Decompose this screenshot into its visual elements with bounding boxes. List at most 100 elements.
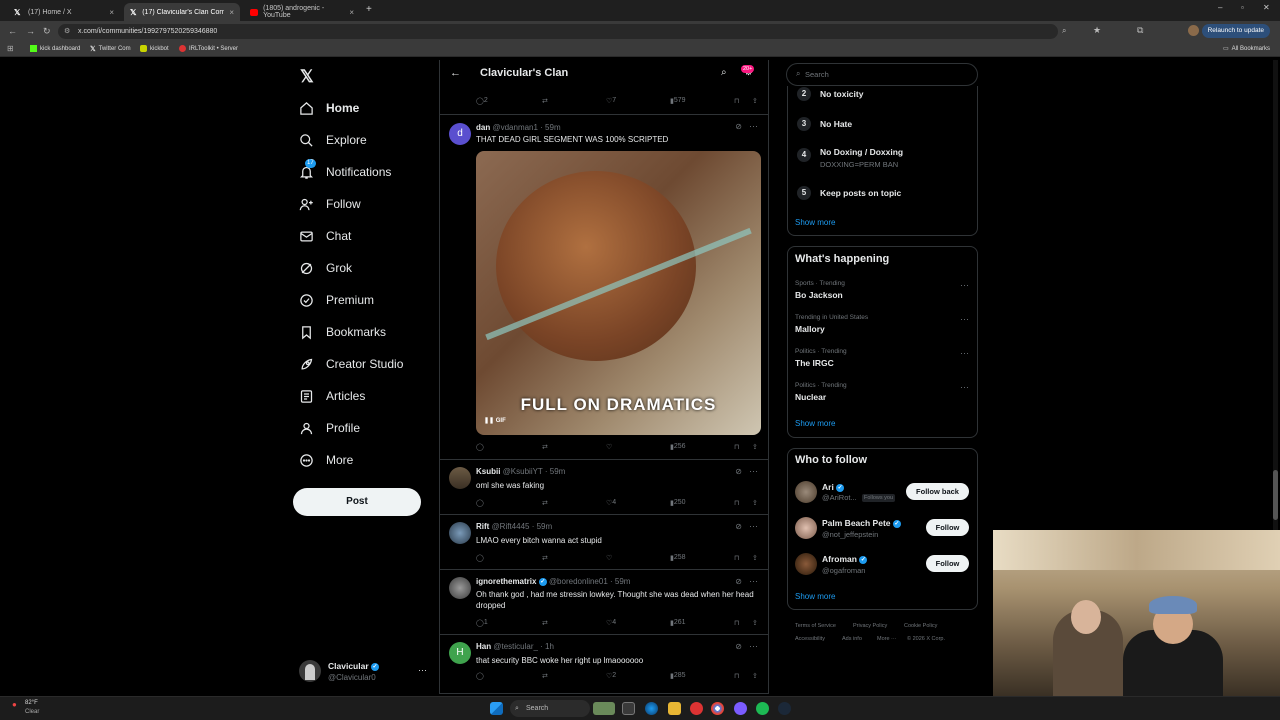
- views-icon[interactable]: ▮ 261: [670, 619, 686, 627]
- all-bookmarks[interactable]: ▭ All Bookmarks: [1223, 45, 1270, 53]
- search-icon[interactable]: ⌕: [721, 67, 727, 78]
- scrollbar-thumb[interactable]: [1273, 470, 1278, 520]
- tweet-card[interactable]: Rift @Rift4445 · 59m ⊘ ··· LMAO every bi…: [440, 516, 768, 570]
- bookmark-kickbot[interactable]: kickbot: [140, 45, 169, 52]
- profile-avatar[interactable]: [1188, 25, 1199, 36]
- nav-profile[interactable]: Profile: [299, 418, 360, 438]
- retweet-icon[interactable]: ⇄: [542, 554, 548, 562]
- extensions-icon[interactable]: ⧉: [1137, 25, 1143, 36]
- reply-icon[interactable]: ◯: [476, 672, 484, 680]
- bookmark-icon[interactable]: ⊓: [734, 97, 739, 105]
- chrome-icon[interactable]: [711, 702, 724, 715]
- more-icon[interactable]: ···: [960, 348, 969, 358]
- retweet-icon[interactable]: ⇄: [542, 499, 548, 507]
- maximize-icon[interactable]: ▫: [1241, 3, 1244, 12]
- views-icon[interactable]: ▮ 285: [670, 672, 686, 680]
- reply-icon[interactable]: ◯: [476, 443, 484, 451]
- steam-icon[interactable]: [778, 702, 791, 715]
- browser-tab-home[interactable]: 𝕏 (17) Home / X ×: [8, 3, 120, 21]
- bookmark-irltoolkit[interactable]: IRLToolkit • Server: [179, 45, 238, 52]
- more-icon[interactable]: ···: [749, 466, 758, 476]
- x-home-logo-icon[interactable]: 𝕏: [300, 67, 314, 87]
- share-icon[interactable]: ⇪: [752, 443, 758, 451]
- like-icon[interactable]: ♡ 4: [606, 619, 616, 627]
- nav-follow[interactable]: Follow: [299, 194, 361, 214]
- footer-link[interactable]: Terms of Service: [795, 623, 836, 629]
- zoom-icon[interactable]: ⌕: [1062, 26, 1066, 36]
- views-icon[interactable]: ▮ 256: [670, 443, 686, 451]
- more-icon[interactable]: ···: [960, 280, 969, 290]
- avatar[interactable]: [449, 522, 471, 544]
- account-switcher[interactable]: Clavicular ✓: [328, 661, 380, 671]
- tweet-author[interactable]: ignorethematrix ✓ @boredonline01 · 59m: [476, 577, 630, 586]
- avatar[interactable]: [795, 553, 817, 575]
- avatar[interactable]: [449, 577, 471, 599]
- follow-suggestion-name[interactable]: Afroman ✓: [822, 554, 868, 564]
- forward-icon[interactable]: →: [26, 26, 35, 36]
- like-icon[interactable]: ♡ 7: [606, 97, 616, 105]
- url-field[interactable]: ⚙ x.com/i/communities/199279752025934688…: [58, 24, 1058, 39]
- close-tab-icon[interactable]: ×: [349, 8, 354, 17]
- widgets-icon[interactable]: [593, 702, 615, 715]
- account-avatar[interactable]: [299, 660, 321, 682]
- like-icon[interactable]: ♡: [606, 554, 612, 562]
- nav-grok[interactable]: Grok: [299, 258, 352, 278]
- weather-icon[interactable]: ●: [12, 700, 17, 709]
- app-icon[interactable]: [690, 702, 703, 715]
- close-tab-icon[interactable]: ×: [109, 8, 114, 17]
- avatar[interactable]: [795, 517, 817, 539]
- reload-icon[interactable]: ↻: [43, 26, 51, 37]
- gif-media[interactable]: FULL ON DRAMATICS ❚❚ GIF: [476, 151, 761, 435]
- more-icon[interactable]: ···: [749, 521, 758, 531]
- tweet-author[interactable]: Ksubii @KsubiiYT · 59m: [476, 467, 565, 476]
- nav-articles[interactable]: Articles: [299, 386, 365, 406]
- tweet-card[interactable]: Ksubii @KsubiiYT · 59m ⊘ ··· oml she was…: [440, 461, 768, 515]
- apps-grid-icon[interactable]: ⊞: [7, 44, 14, 53]
- reply-icon[interactable]: ◯ 1: [476, 619, 488, 627]
- file-explorer-icon[interactable]: [668, 702, 681, 715]
- tweet-card[interactable]: ignorethematrix ✓ @boredonline01 · 59m ⊘…: [440, 571, 768, 635]
- spotify-icon[interactable]: [756, 702, 769, 715]
- nav-creator-studio[interactable]: Creator Studio: [299, 354, 403, 374]
- more-icon[interactable]: ···: [960, 314, 969, 324]
- like-icon[interactable]: ♡ 2: [606, 672, 616, 680]
- nav-notifications[interactable]: 17 Notifications: [299, 158, 391, 182]
- views-icon[interactable]: ▮ 250: [670, 499, 686, 507]
- nav-more[interactable]: More: [299, 450, 353, 470]
- discord-icon[interactable]: [734, 702, 747, 715]
- back-arrow-icon[interactable]: ←: [450, 67, 461, 79]
- more-icon[interactable]: ···: [749, 576, 758, 586]
- reply-icon[interactable]: ◯: [476, 499, 484, 507]
- nav-explore[interactable]: Explore: [299, 130, 367, 150]
- edge-icon[interactable]: [645, 702, 658, 715]
- share-icon[interactable]: ⇪: [752, 499, 758, 507]
- avatar[interactable]: [449, 467, 471, 489]
- show-more-link[interactable]: Show more: [795, 218, 835, 227]
- nav-chat[interactable]: Chat: [299, 226, 351, 246]
- footer-link[interactable]: Privacy Policy: [853, 623, 887, 629]
- tweet-card[interactable]: d dan @vdanman1 · 59m ⊘ ··· THAT DEAD GI…: [440, 115, 768, 460]
- bookmark-icon[interactable]: ⊓: [734, 499, 739, 507]
- bookmark-icon[interactable]: ⊓: [734, 619, 739, 627]
- taskbar-search[interactable]: ⌕ Search: [510, 700, 590, 717]
- nav-home[interactable]: Home: [299, 98, 359, 118]
- retweet-icon[interactable]: ⇄: [542, 97, 548, 105]
- footer-link[interactable]: More ···: [877, 636, 897, 642]
- retweet-icon[interactable]: ⇄: [542, 619, 548, 627]
- show-more-link[interactable]: Show more: [795, 592, 835, 601]
- like-icon[interactable]: ♡: [606, 443, 612, 451]
- tweet-author[interactable]: dan @vdanman1 · 59m: [476, 123, 561, 132]
- more-icon[interactable]: ···: [749, 121, 758, 131]
- grok-explain-icon[interactable]: ⊘: [735, 522, 742, 531]
- gif-label[interactable]: ❚❚ GIF: [484, 417, 506, 424]
- bookmark-twitter-com[interactable]: 𝕏 Twitter Com: [90, 45, 131, 53]
- site-info-icon[interactable]: ⚙: [64, 24, 70, 39]
- follow-suggestion-name[interactable]: Ari ✓: [822, 482, 845, 492]
- follow-suggestion-name[interactable]: Palm Beach Pete ✓: [822, 518, 901, 528]
- bookmark-star-icon[interactable]: ★: [1093, 25, 1101, 36]
- follow-button[interactable]: Follow: [926, 555, 969, 572]
- reply-icon[interactable]: ◯: [476, 554, 484, 562]
- minimize-icon[interactable]: –: [1218, 3, 1222, 12]
- footer-link[interactable]: Ads info: [842, 636, 862, 642]
- show-more-link[interactable]: Show more: [795, 419, 835, 428]
